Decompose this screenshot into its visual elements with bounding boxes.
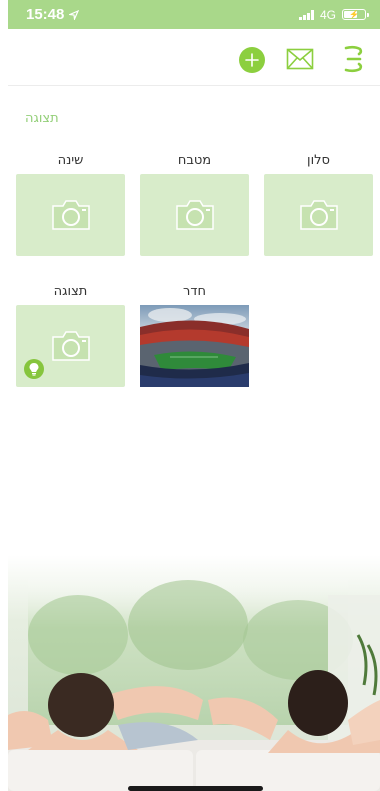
- room-label: חדר: [183, 284, 206, 299]
- room-card[interactable]: חדר: [140, 283, 249, 387]
- hamburger-menu-icon: [344, 45, 363, 73]
- living-room-illustration: [8, 555, 380, 791]
- network-type: 4G: [319, 7, 336, 22]
- stadium-photo: [140, 305, 249, 387]
- app-screen: 15:48 4G ⚡ תצוגה סלון מטבח שינה חדר תצוג…: [8, 0, 380, 791]
- room-tile[interactable]: [140, 174, 249, 256]
- menu-button[interactable]: [338, 45, 366, 73]
- room-photo[interactable]: [140, 305, 249, 387]
- room-card[interactable]: סלון: [264, 152, 373, 256]
- location-arrow-icon: [69, 9, 80, 20]
- mail-button[interactable]: [286, 45, 314, 73]
- battery-icon: ⚡: [342, 9, 369, 20]
- camera-icon: [175, 200, 214, 230]
- room-label: מטבח: [177, 153, 212, 168]
- status-time: 15:48: [26, 6, 80, 23]
- room-card[interactable]: תצוגה: [16, 283, 125, 387]
- status-indicators: 4G ⚡: [298, 7, 369, 22]
- room-tile[interactable]: [16, 305, 125, 387]
- bulb-icon: [29, 363, 39, 376]
- signal-icon: [298, 9, 314, 20]
- room-card[interactable]: שינה: [16, 152, 125, 256]
- room-label: תצוגה: [53, 284, 88, 299]
- camera-icon: [51, 331, 90, 361]
- plus-icon: [245, 53, 259, 67]
- room-tile[interactable]: [264, 174, 373, 256]
- add-button[interactable]: [239, 47, 265, 73]
- bulb-badge[interactable]: [24, 359, 44, 379]
- room-label: סלון: [307, 153, 330, 168]
- app-header: [8, 29, 380, 86]
- camera-icon: [51, 200, 90, 230]
- room-label: שינה: [57, 153, 84, 168]
- room-tile[interactable]: [16, 174, 125, 256]
- envelope-icon: [286, 48, 314, 70]
- camera-icon: [299, 200, 338, 230]
- room-card[interactable]: מטבח: [140, 152, 249, 256]
- view-label[interactable]: תצוגה: [25, 111, 59, 126]
- home-indicator[interactable]: [128, 786, 263, 791]
- status-bar: 15:48 4G ⚡: [8, 0, 380, 29]
- clock: 15:48: [26, 6, 65, 23]
